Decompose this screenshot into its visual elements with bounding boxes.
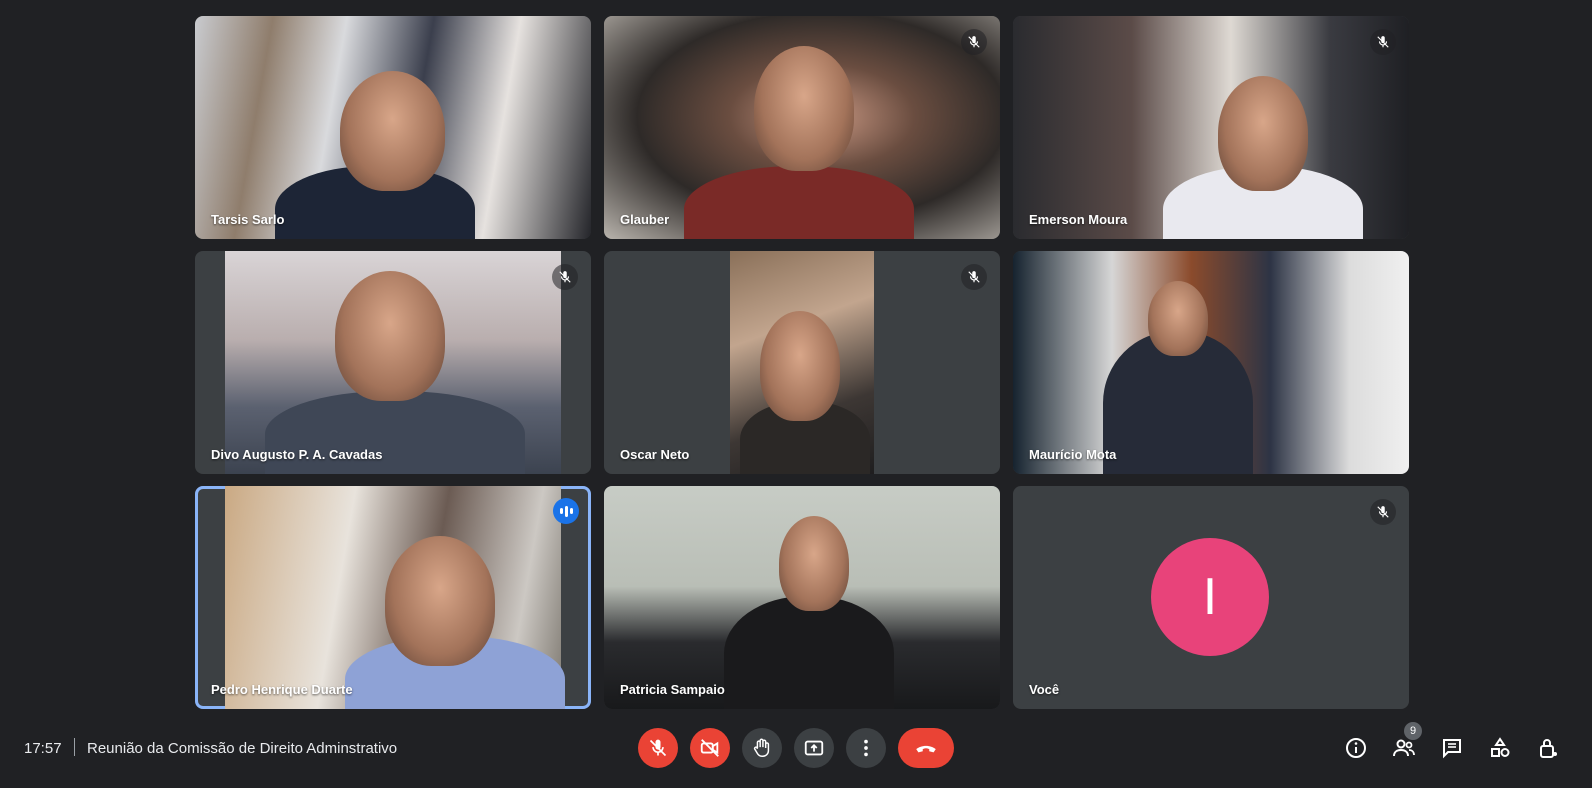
call-controls xyxy=(638,728,954,768)
participant-tile[interactable]: Divo Augusto P. A. Cavadas xyxy=(195,251,591,474)
present-screen-icon xyxy=(804,740,824,756)
activities-button[interactable] xyxy=(1480,728,1520,768)
participant-video xyxy=(225,486,565,709)
participant-name: Pedro Henrique Duarte xyxy=(211,682,353,697)
self-avatar: I xyxy=(1151,538,1269,656)
participant-name: Maurício Mota xyxy=(1029,447,1117,462)
mic-off-icon xyxy=(1370,499,1396,525)
host-controls-button[interactable] xyxy=(1528,728,1568,768)
lock-person-icon xyxy=(1540,739,1557,758)
toggle-camera-button[interactable] xyxy=(690,728,730,768)
meeting-clock: 17:57 xyxy=(24,740,62,757)
participant-video xyxy=(604,486,1000,709)
participant-tile[interactable]: Oscar Neto xyxy=(604,251,1000,474)
participant-name: Emerson Moura xyxy=(1029,212,1128,227)
participant-tile[interactable]: Tarsis Sarlo xyxy=(195,16,591,239)
participant-video xyxy=(195,16,591,239)
present-screen-button[interactable] xyxy=(794,728,834,768)
camera-off-icon xyxy=(700,739,719,757)
chat-icon xyxy=(1443,739,1461,759)
meeting-details-button[interactable] xyxy=(1336,728,1376,768)
video-grid: Tarsis Sarlo Glauber Emerson Moura Divo … xyxy=(195,16,1409,709)
more-options-button[interactable] xyxy=(846,728,886,768)
divider xyxy=(74,738,75,756)
participant-name: Você xyxy=(1029,682,1060,697)
mic-off-icon xyxy=(961,264,987,290)
mic-off-icon xyxy=(1370,29,1396,55)
mic-off-icon xyxy=(961,29,987,55)
participant-tile[interactable]: Patricia Sampaio xyxy=(604,486,1000,709)
speaking-indicator-icon xyxy=(553,498,579,524)
participant-tile[interactable]: Glauber xyxy=(604,16,1000,239)
participant-video xyxy=(604,16,1000,239)
participant-name: Patricia Sampaio xyxy=(620,682,725,697)
bottom-toolbar: 17:57 Reunião da Comissão de Direito Adm… xyxy=(0,718,1592,780)
participant-count-badge: 9 xyxy=(1404,722,1422,740)
meeting-title: Reunião da Comissão de Direito Adminstra… xyxy=(87,740,398,757)
people-button[interactable]: 9 xyxy=(1384,722,1424,768)
participant-name: Divo Augusto P. A. Cavadas xyxy=(211,447,383,462)
participant-video xyxy=(730,251,874,474)
mic-off-icon xyxy=(552,264,578,290)
participant-name: Oscar Neto xyxy=(620,447,690,462)
more-options-icon xyxy=(864,739,868,757)
toggle-mic-button[interactable] xyxy=(638,728,678,768)
participant-video xyxy=(1013,16,1409,239)
raise-hand-button[interactable] xyxy=(742,728,782,768)
meeting-side-panel-buttons: 9 xyxy=(1336,722,1568,768)
participant-tile[interactable]: Maurício Mota xyxy=(1013,251,1409,474)
mic-off-icon xyxy=(649,739,667,757)
activities-icon xyxy=(1491,737,1510,757)
participant-tile[interactable]: Emerson Moura xyxy=(1013,16,1409,239)
participant-tile-active-speaker[interactable]: Pedro Henrique Duarte xyxy=(195,486,591,709)
participant-video xyxy=(225,251,561,474)
chat-button[interactable] xyxy=(1432,728,1472,768)
participant-name: Glauber xyxy=(620,212,670,227)
info-icon xyxy=(1346,738,1366,758)
hang-up-icon xyxy=(916,745,936,753)
leave-call-button[interactable] xyxy=(898,728,954,768)
participant-name: Tarsis Sarlo xyxy=(211,212,285,227)
raise-hand-icon xyxy=(753,738,770,757)
participant-video xyxy=(1013,251,1409,474)
participant-tile-self[interactable]: I Você xyxy=(1013,486,1409,709)
